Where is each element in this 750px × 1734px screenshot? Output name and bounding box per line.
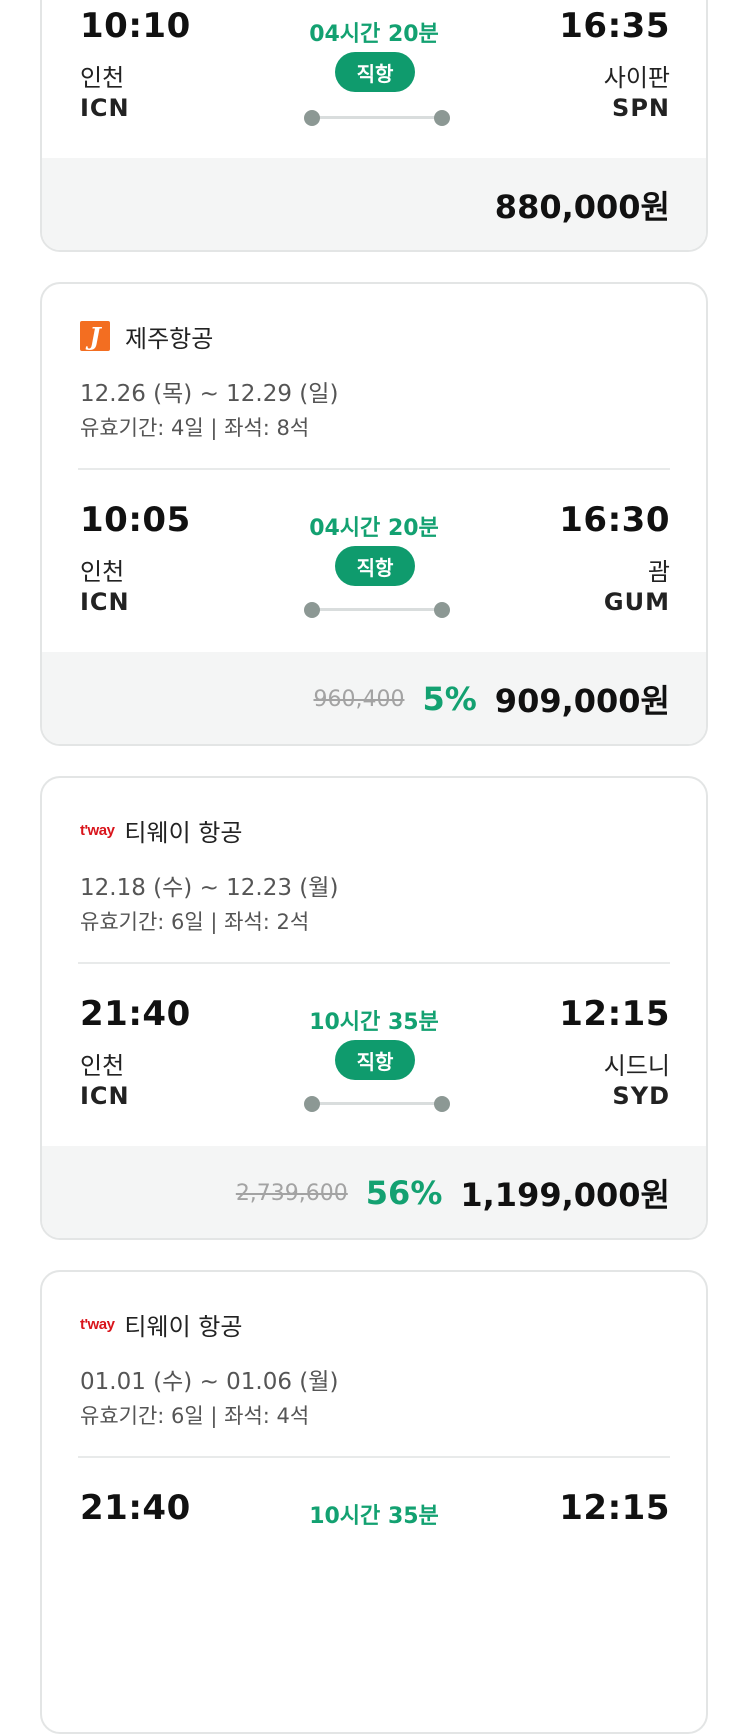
depart-city: 인천 [80,1052,125,1080]
depart-code: ICN [80,1082,130,1110]
flight-card[interactable]: J 제주항공 12.26 (목) ~ 12.29 (일) 유효기간: 4일 | … [40,282,708,746]
arrive-city: 괌 [647,558,670,586]
direct-badge: 직항 [335,546,415,586]
direct-badge: 직항 [335,52,415,92]
route-line [304,1096,450,1112]
flight-card[interactable]: t'way 티웨이 항공 12.18 (수) ~ 12.23 (월) 유효기간:… [40,776,708,1240]
price: 909,000원 [494,682,670,720]
arrive-time: 12:15 [559,994,670,1034]
validity-seats: 유효기간: 4일 | 좌석: 8석 [80,416,310,440]
arrive-city: 시드니 [603,1052,670,1080]
divider [78,1456,670,1458]
arrive-code: SYD [612,1082,670,1110]
airline-name: 티웨이 항공 [124,818,243,847]
airline-name: 티웨이 항공 [124,1312,243,1341]
original-price: 2,739,600 [235,1180,348,1206]
travel-dates: 01.01 (수) ~ 01.06 (월) [80,1369,339,1395]
price: 1,199,000원 [460,1176,670,1214]
route-line [304,110,450,126]
arrive-code: GUM [603,588,670,616]
price-bar: 2,739,600 56% 1,199,000원 [42,1146,706,1238]
tway-logo-icon: t'way [80,1315,115,1333]
price-bar: 960,400 5% 909,000원 [42,652,706,744]
original-price: 960,400 [313,686,405,712]
divider [78,468,670,470]
airline: t'way 티웨이 항공 [80,814,243,847]
price-bar: 880,000원 [42,158,706,250]
tway-logo-icon: t'way [80,821,115,839]
travel-dates: 12.18 (수) ~ 12.23 (월) [80,875,339,901]
depart-code: ICN [80,94,130,122]
discount-rate: 5% [422,680,477,718]
arrive-city: 사이판 [603,64,670,92]
airline: t'way 티웨이 항공 [80,1308,243,1341]
discount-rate: 56% [365,1174,443,1212]
arrive-time: 12:15 [559,1488,670,1528]
airline-name: 제주항공 [125,324,214,353]
direct-badge: 직항 [335,1040,415,1080]
depart-city: 인천 [80,558,125,586]
flight-card[interactable]: 10:10 04시간 20분 16:35 인천 직항 사이판 ICN SPN 8… [40,0,708,252]
jeju-air-logo-icon: J [80,321,110,351]
price: 880,000원 [494,188,670,226]
validity-seats: 유효기간: 6일 | 좌석: 2석 [80,910,310,934]
depart-code: ICN [80,588,130,616]
airline: J 제주항공 [80,320,214,353]
arrive-code: SPN [612,94,670,122]
divider [78,962,670,964]
travel-dates: 12.26 (목) ~ 12.29 (일) [80,381,339,407]
arrive-time: 16:35 [559,6,670,46]
flight-card[interactable]: t'way 티웨이 항공 01.01 (수) ~ 01.06 (월) 유효기간:… [40,1270,708,1734]
depart-city: 인천 [80,64,125,92]
validity-seats: 유효기간: 6일 | 좌석: 4석 [80,1404,310,1428]
route-line [304,602,450,618]
arrive-time: 16:30 [559,500,670,540]
